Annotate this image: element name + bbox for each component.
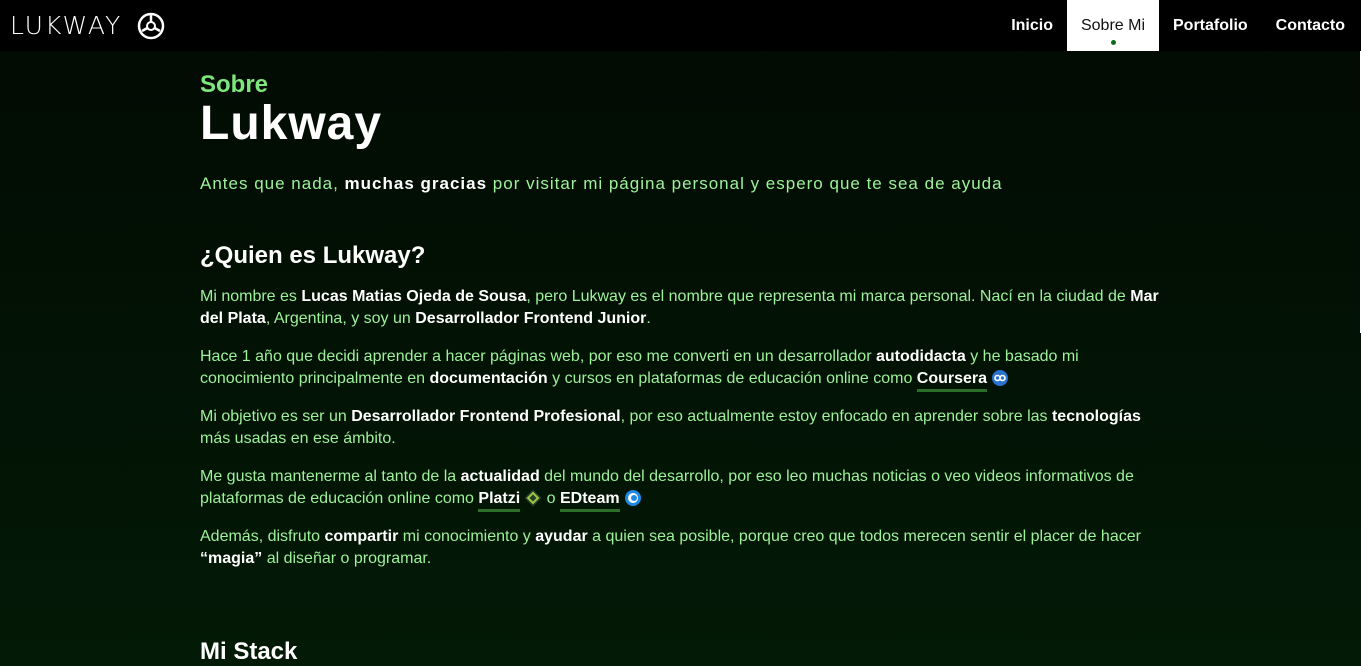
brand-wordmark: LUKWAY xyxy=(10,11,123,40)
p5-c: mi conocimiento y xyxy=(398,528,536,545)
p5-g: al diseñar o programar. xyxy=(262,550,432,567)
p2-e: y cursos en plataformas de educación onl… xyxy=(547,370,917,387)
p5-f: “magia” xyxy=(200,550,263,567)
paragraph-2: Hace 1 año que decidi aprender a hacer p… xyxy=(200,346,1160,392)
active-indicator-dot xyxy=(1110,40,1116,45)
top-navbar: LUKWAY Inicio Sobre Mi Portafolio Contac… xyxy=(0,0,1361,51)
nav-sobre-mi[interactable]: Sobre Mi xyxy=(1066,0,1159,51)
p1-g: . xyxy=(646,310,651,327)
p5-a: Además, disfruto xyxy=(200,528,325,545)
paragraph-5: Además, disfruto compartir mi conocimien… xyxy=(200,526,1160,570)
who-heading: ¿Quien es Lukway? xyxy=(200,242,426,269)
about-section: Sobre Lukway Antes que nada, muchas grac… xyxy=(200,51,1160,586)
platzi-link[interactable]: Platzi xyxy=(478,490,521,512)
p3-b: Desarrollador Frontend Profesional xyxy=(351,408,621,425)
paragraph-1: Mi nombre es Lucas Matias Ojeda de Sousa… xyxy=(200,286,1160,330)
p3-d: tecnologías xyxy=(1051,408,1141,425)
p1-a: Mi nombre es xyxy=(200,288,302,305)
p2-a: Hace 1 año que decidi aprender a hacer p… xyxy=(200,348,876,365)
edteam-link[interactable]: EDteam xyxy=(559,490,620,512)
p5-e: a quien sea posible, porque creo que tod… xyxy=(587,528,1141,545)
p2-d: documentación xyxy=(429,370,548,387)
edteam-icon xyxy=(624,490,641,506)
p1-role: Desarrollador Frontend Junior xyxy=(415,310,647,327)
p4-a: Me gusta mantenerme al tanto de la xyxy=(200,468,461,485)
nav-inicio-label: Inicio xyxy=(1011,16,1053,34)
nav-contacto[interactable]: Contacto xyxy=(1262,0,1359,51)
p1-e: , Argentina, y soy un xyxy=(265,310,416,327)
intro-pre: Antes que nada, xyxy=(200,174,345,193)
p2-b: autodidacta xyxy=(875,348,966,365)
nav-contacto-label: Contacto xyxy=(1275,16,1345,34)
nav-inicio[interactable]: Inicio xyxy=(997,0,1067,51)
p3-c: , por eso actualmente estoy enfocado en … xyxy=(620,408,1052,425)
section-eyebrow: Sobre xyxy=(200,71,269,98)
paragraph-3: Mi objetivo es ser un Desarrollador Fron… xyxy=(200,406,1160,450)
p5-d: ayudar xyxy=(535,528,588,545)
platzi-icon xyxy=(524,489,542,507)
intro-bold: muchas gracias xyxy=(344,174,488,193)
main-menu: Inicio Sobre Mi Portafolio Contacto xyxy=(997,0,1359,51)
nav-portafolio-label: Portafolio xyxy=(1173,16,1248,34)
p1-name: Lucas Matias Ojeda de Sousa xyxy=(301,288,527,305)
coursera-icon xyxy=(992,370,1009,386)
triskelion-logo-icon xyxy=(138,12,165,39)
page-title: Lukway xyxy=(200,97,383,150)
intro-text: Antes que nada, muchas gracias por visit… xyxy=(200,172,1160,196)
nav-sobre-mi-label: Sobre Mi xyxy=(1080,16,1145,34)
brand[interactable]: LUKWAY xyxy=(10,0,166,51)
p3-e: más usadas en ese ámbito. xyxy=(200,430,396,447)
p4-b: actualidad xyxy=(460,468,540,485)
intro-post: por visitar mi página personal y espero … xyxy=(487,174,1003,193)
p5-b: compartir xyxy=(324,528,399,545)
stack-heading: Mi Stack xyxy=(200,638,298,665)
p1-c: , pero Lukway es el nombre que represent… xyxy=(526,288,1131,305)
nav-portafolio[interactable]: Portafolio xyxy=(1159,0,1262,51)
p3-a: Mi objetivo es ser un xyxy=(200,408,352,425)
coursera-link[interactable]: Coursera xyxy=(916,370,988,392)
p4-mid: o xyxy=(542,490,560,507)
paragraph-4: Me gusta mantenerme al tanto de la actua… xyxy=(200,466,1160,512)
